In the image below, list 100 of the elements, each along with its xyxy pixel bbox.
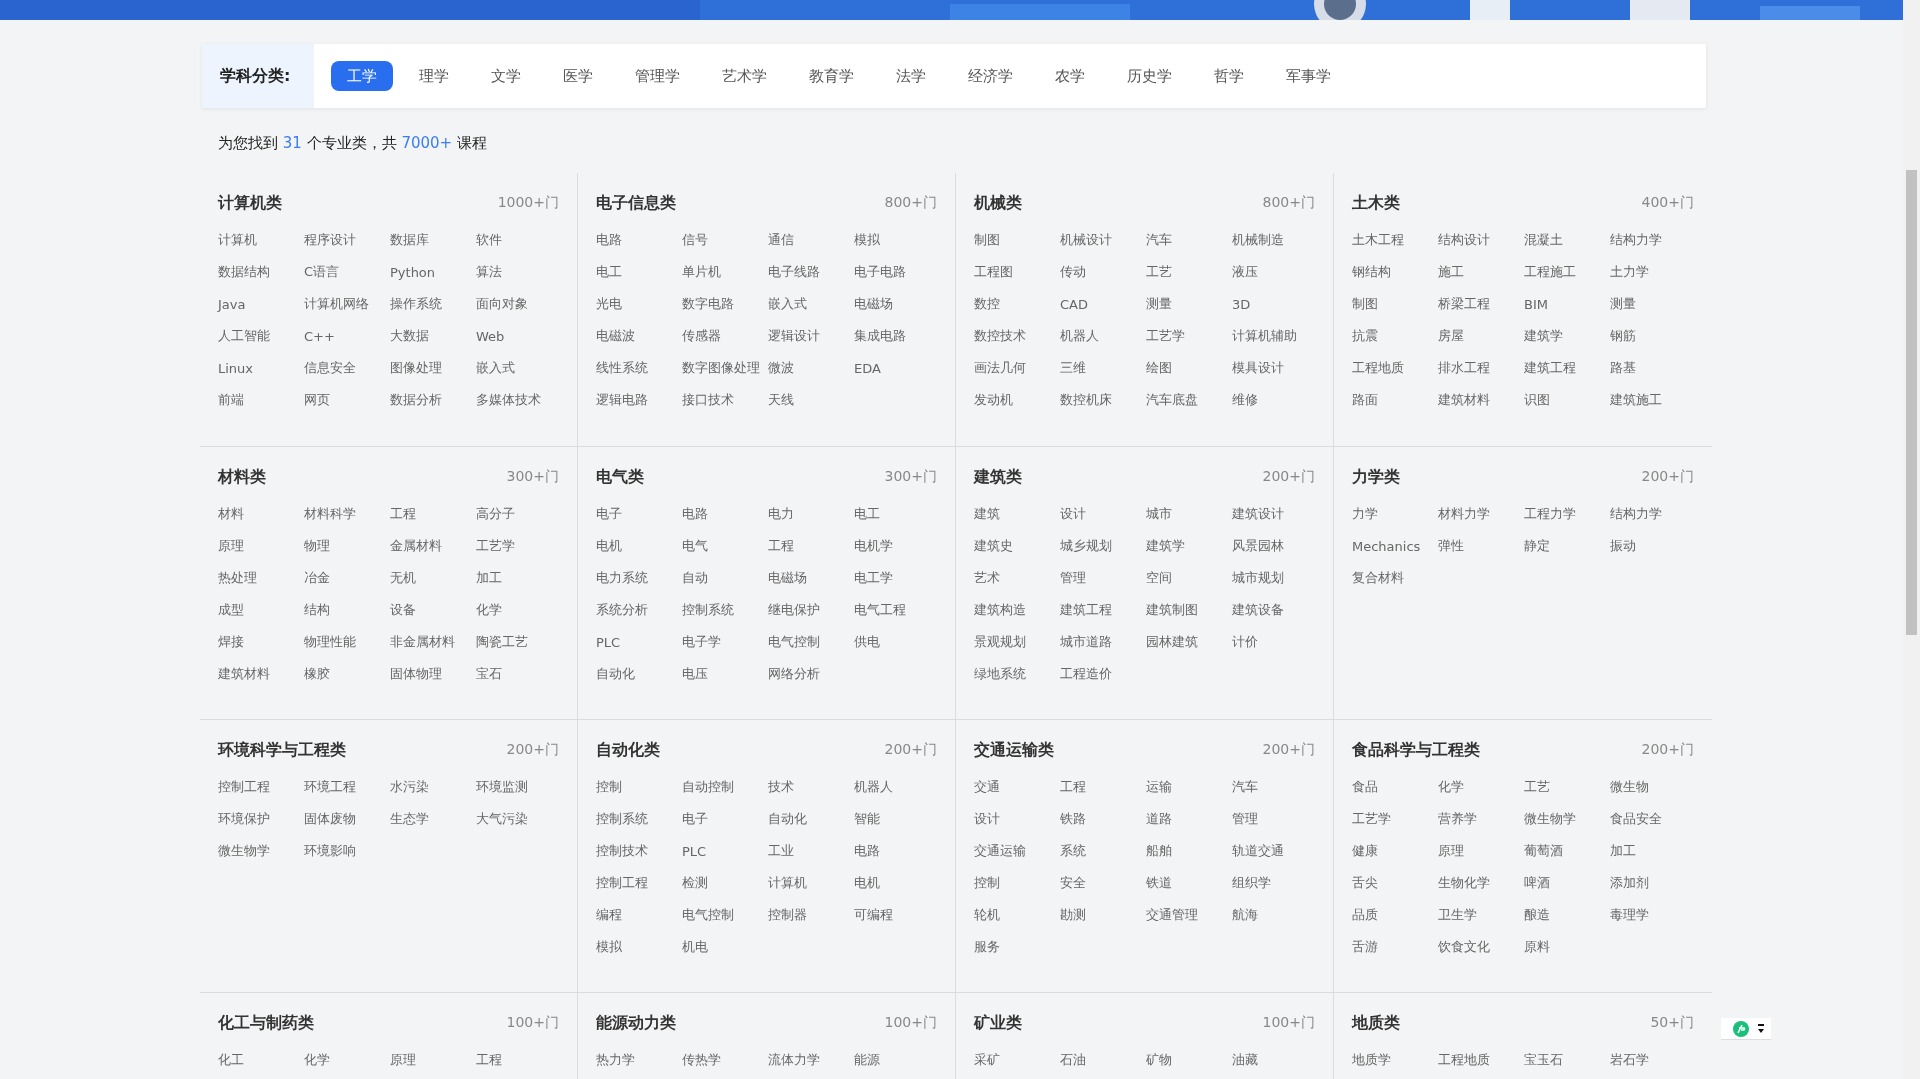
subject-tab[interactable]: 教育学 bbox=[793, 61, 870, 91]
major-link[interactable]: 三维 bbox=[1060, 359, 1086, 377]
major-link[interactable]: 橡胶 bbox=[304, 665, 330, 683]
major-link[interactable]: 环境监测 bbox=[476, 778, 528, 796]
major-link[interactable]: 勘测 bbox=[1060, 906, 1086, 924]
major-link[interactable]: 建筑制图 bbox=[1146, 601, 1198, 619]
major-link[interactable]: 弹性 bbox=[1438, 537, 1464, 555]
major-link[interactable]: 机电 bbox=[682, 938, 708, 956]
major-link[interactable]: 原理 bbox=[390, 1051, 416, 1069]
major-link[interactable]: 电子 bbox=[596, 505, 622, 523]
major-link[interactable]: 工艺学 bbox=[1352, 810, 1391, 828]
major-link[interactable]: 数据库 bbox=[390, 231, 429, 249]
major-link[interactable]: 安全 bbox=[1060, 874, 1086, 892]
category-title[interactable]: 自动化类 bbox=[596, 739, 660, 761]
major-link[interactable]: 工艺学 bbox=[1146, 327, 1185, 345]
major-link[interactable]: 发动机 bbox=[974, 391, 1013, 409]
major-link[interactable]: 测量 bbox=[1146, 295, 1172, 313]
major-link[interactable]: 水污染 bbox=[390, 778, 429, 796]
major-link[interactable]: 自动化 bbox=[596, 665, 635, 683]
subject-tab[interactable]: 法学 bbox=[880, 61, 942, 91]
subject-tab[interactable]: 农学 bbox=[1039, 61, 1101, 91]
category-title[interactable]: 力学类 bbox=[1352, 466, 1400, 488]
major-link[interactable]: 工程力学 bbox=[1524, 505, 1576, 523]
major-link[interactable]: 建筑 bbox=[974, 505, 1000, 523]
category-title[interactable]: 材料类 bbox=[218, 466, 266, 488]
major-link[interactable]: 工程图 bbox=[974, 263, 1013, 281]
major-link[interactable]: 啤酒 bbox=[1524, 874, 1550, 892]
major-link[interactable]: 前端 bbox=[218, 391, 244, 409]
major-link[interactable]: 计算机辅助 bbox=[1232, 327, 1297, 345]
major-link[interactable]: 环境工程 bbox=[304, 778, 356, 796]
major-link[interactable]: 软件 bbox=[476, 231, 502, 249]
major-link[interactable]: 结构 bbox=[304, 601, 330, 619]
major-link[interactable]: 机器人 bbox=[1060, 327, 1099, 345]
major-link[interactable]: 生态学 bbox=[390, 810, 429, 828]
major-link[interactable]: 化学 bbox=[304, 1051, 330, 1069]
major-link[interactable]: 电力系统 bbox=[596, 569, 648, 587]
category-title[interactable]: 建筑类 bbox=[974, 466, 1022, 488]
major-link[interactable]: 土力学 bbox=[1610, 263, 1649, 281]
major-link[interactable]: 计算机 bbox=[768, 874, 807, 892]
major-link[interactable]: 控制工程 bbox=[218, 778, 270, 796]
major-link[interactable]: 品质 bbox=[1352, 906, 1378, 924]
subject-tab[interactable]: 医学 bbox=[547, 61, 609, 91]
category-title[interactable]: 机械类 bbox=[974, 192, 1022, 214]
major-link[interactable]: 控制工程 bbox=[596, 874, 648, 892]
major-link[interactable]: 模拟 bbox=[854, 231, 880, 249]
category-title[interactable]: 能源动力类 bbox=[596, 1012, 676, 1034]
subject-tab[interactable]: 经济学 bbox=[952, 61, 1029, 91]
major-link[interactable]: 数控 bbox=[974, 295, 1000, 313]
major-link[interactable]: 卫生学 bbox=[1438, 906, 1477, 924]
category-title[interactable]: 矿业类 bbox=[974, 1012, 1022, 1034]
major-link[interactable]: 绿地系统 bbox=[974, 665, 1026, 683]
major-link[interactable]: 城乡规划 bbox=[1060, 537, 1112, 555]
major-link[interactable]: 信息安全 bbox=[304, 359, 356, 377]
category-title[interactable]: 食品科学与工程类 bbox=[1352, 739, 1480, 761]
major-link[interactable]: 铁道 bbox=[1146, 874, 1172, 892]
major-link[interactable]: 绘图 bbox=[1146, 359, 1172, 377]
major-link[interactable]: 电磁波 bbox=[596, 327, 635, 345]
major-link[interactable]: 物理 bbox=[304, 537, 330, 555]
major-link[interactable]: 模具设计 bbox=[1232, 359, 1284, 377]
major-link[interactable]: 建筑史 bbox=[974, 537, 1013, 555]
major-link[interactable]: 数据分析 bbox=[390, 391, 442, 409]
major-link[interactable]: 电气工程 bbox=[854, 601, 906, 619]
major-link[interactable]: 焊接 bbox=[218, 633, 244, 651]
major-link[interactable]: 多媒体技术 bbox=[476, 391, 541, 409]
major-link[interactable]: 工程 bbox=[476, 1051, 502, 1069]
major-link[interactable]: 传感器 bbox=[682, 327, 721, 345]
major-link[interactable]: 工程施工 bbox=[1524, 263, 1576, 281]
major-link[interactable]: 操作系统 bbox=[390, 295, 442, 313]
major-link[interactable]: 路基 bbox=[1610, 359, 1636, 377]
major-link[interactable]: 风景园林 bbox=[1232, 537, 1284, 555]
major-link[interactable]: 可编程 bbox=[854, 906, 893, 924]
major-link[interactable]: 流体力学 bbox=[768, 1051, 820, 1069]
major-link[interactable]: 汽车底盘 bbox=[1146, 391, 1198, 409]
major-link[interactable]: 葡萄酒 bbox=[1524, 842, 1563, 860]
major-link[interactable]: 高分子 bbox=[476, 505, 515, 523]
major-link[interactable]: 化工 bbox=[218, 1051, 244, 1069]
major-link[interactable]: 管理 bbox=[1060, 569, 1086, 587]
major-link[interactable]: 嵌入式 bbox=[768, 295, 807, 313]
major-link[interactable]: 成型 bbox=[218, 601, 244, 619]
major-link[interactable]: 网络分析 bbox=[768, 665, 820, 683]
major-link[interactable]: 建筑设备 bbox=[1232, 601, 1284, 619]
subject-tab[interactable]: 工学 bbox=[331, 61, 393, 91]
major-link[interactable]: 景观规划 bbox=[974, 633, 1026, 651]
major-link[interactable]: 结构力学 bbox=[1610, 505, 1662, 523]
major-link[interactable]: 组织学 bbox=[1232, 874, 1271, 892]
major-link[interactable]: 计算机 bbox=[218, 231, 257, 249]
major-link[interactable]: 饮食文化 bbox=[1438, 938, 1490, 956]
major-link[interactable]: 建筑材料 bbox=[1438, 391, 1490, 409]
category-title[interactable]: 土木类 bbox=[1352, 192, 1400, 214]
major-link[interactable]: 传动 bbox=[1060, 263, 1086, 281]
major-link[interactable]: 桥梁工程 bbox=[1438, 295, 1490, 313]
major-link[interactable]: 船舶 bbox=[1146, 842, 1172, 860]
category-title[interactable]: 电气类 bbox=[596, 466, 644, 488]
major-link[interactable]: C++ bbox=[304, 328, 335, 344]
major-link[interactable]: CAD bbox=[1060, 296, 1088, 312]
major-link[interactable]: 机械制造 bbox=[1232, 231, 1284, 249]
major-link[interactable]: 冶金 bbox=[304, 569, 330, 587]
major-link[interactable]: 运输 bbox=[1146, 778, 1172, 796]
major-link[interactable]: 健康 bbox=[1352, 842, 1378, 860]
major-link[interactable]: 静定 bbox=[1524, 537, 1550, 555]
